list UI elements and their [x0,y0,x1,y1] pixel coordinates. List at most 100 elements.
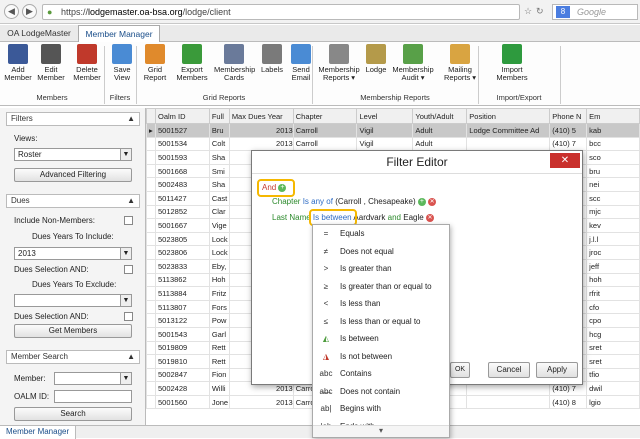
ribbon-group-label: Members [36,93,68,102]
condition-2-value-2[interactable]: Eagle [403,213,423,222]
dues-selection-and-checkbox-2[interactable] [124,312,133,321]
column-header[interactable]: Full [208,108,230,124]
tab-oa-lodgemaster[interactable]: OA LodgeMaster [2,25,76,42]
ribbon-button-8[interactable]: Send Email [288,44,314,82]
tab-member-manager[interactable]: Member Manager [78,25,160,42]
collapse-icon[interactable]: ▲ [127,351,135,363]
ribbon-button-10[interactable]: Lodge [364,44,388,74]
ribbon-button-2[interactable]: Delete Member [70,44,104,82]
operator-menu-item[interactable]: ◭ Is between [313,330,449,348]
remove-condition-icon[interactable]: ✕ [428,197,437,206]
ribbon-button-4[interactable]: Grid Report [141,44,169,82]
table-cell: hcg [586,326,640,342]
table-cell: j.l.l [586,231,640,247]
advanced-filtering-button[interactable]: Advanced Filtering [14,168,132,182]
table-row[interactable]: ▸ 5001527 Bru 2013 Carroll Vigil Adult Lodge Co… [146,123,640,138]
condition-2-and: and [387,213,402,222]
operator-menu-item[interactable]: ≠ Does not equal [313,243,449,261]
condition-1-value[interactable]: (Carroll , Chesapeake) [335,197,415,206]
column-header[interactable]: Level [356,108,414,124]
search-input[interactable]: 8 Google [552,4,638,20]
table-cell: 5113807 [154,299,210,315]
oalm-id-input[interactable] [54,390,132,403]
dues-selection-and-checkbox-1[interactable] [124,265,133,274]
operator-menu-item[interactable]: abc Contains [313,365,449,383]
member-select[interactable]: ▼ [54,372,132,385]
cancel-button[interactable]: Cancel [488,362,530,378]
table-cell: Lock [208,231,230,247]
condition-2-value-1[interactable]: Aardvark [353,213,385,222]
group-operator[interactable]: And + [262,183,287,192]
dues-years-include-select[interactable]: 2013 ▼ [14,247,132,260]
table-cell: Carroll [292,123,358,138]
add-condition-icon[interactable]: + [278,183,287,192]
condition-1-field[interactable]: Chapter [272,197,300,206]
ribbon-button-13[interactable]: Import Members [494,44,530,82]
ribbon-button-1[interactable]: Edit Member [36,44,66,82]
column-header[interactable]: Oalm ID [154,108,210,124]
operator-menu-item[interactable]: a̶b̶c Does not contain [313,383,449,401]
column-header[interactable]: Chapter [292,108,358,124]
search-button[interactable]: Search [14,407,132,421]
table-cell [146,354,156,369]
column-header[interactable]: Position [466,108,551,124]
filters-header[interactable]: Filters ▲ [6,112,140,126]
add-value-icon[interactable]: + [417,197,426,206]
ribbon-button-0[interactable]: Add Member [3,44,33,82]
table-row[interactable]: 5001534 Colt 2013 Carroll Vigil Adult (410) 7b… [146,136,640,152]
table-cell: Rett [208,340,230,356]
status-tab-member-manager[interactable]: Member Manager [0,426,77,439]
table-cell: 5023805 [154,231,210,247]
ribbon-button-5[interactable]: Export Members [172,44,212,82]
collapse-icon[interactable]: ▲ [127,195,135,207]
table-cell [146,190,156,206]
get-members-button[interactable]: Get Members [14,324,132,338]
include-non-members-checkbox[interactable] [124,216,133,225]
table-cell [146,299,156,315]
ribbon-separator [104,46,105,104]
ribbon-button-11[interactable]: Membership Audit ▾ [390,44,436,82]
column-header[interactable]: Em [586,108,640,124]
operator-icon: ≤ [323,316,329,326]
ribbon-button-label: Email [291,73,311,82]
column-header[interactable]: Phone N [549,108,588,124]
bookmark-star-icon[interactable]: ☆ [524,6,532,17]
member-search-header[interactable]: Member Search ▲ [6,350,140,364]
google-icon: 8 [556,6,570,18]
operator-menu-item[interactable]: ◮ Is not between [313,348,449,366]
refresh-icon[interactable]: ↻ [536,6,544,17]
ribbon-button-6[interactable]: Membership Cards [214,44,255,82]
operator-menu-item[interactable]: < Is less than [313,295,449,313]
column-header[interactable]: Max Dues Year [228,108,294,124]
back-icon[interactable]: ◀ [4,4,19,19]
filters-header-label: Filters [11,114,33,123]
operator-menu-item[interactable]: ≤ Is less than or equal to [313,313,449,331]
table-cell: 5001543 [154,326,210,342]
views-select[interactable]: Roster ▼ [14,148,132,161]
column-header[interactable]: Youth/Adult [412,108,468,124]
operator-icon: ◭ [322,334,330,343]
dialog-title: Filter Editor [386,155,448,169]
ribbon-button-7[interactable]: Labels [258,44,286,74]
operator-menu-item[interactable]: ≥ Is greater than or equal to [313,278,449,296]
dues-years-exclude-select[interactable]: ▼ [14,294,132,307]
operator-menu-item[interactable]: ab| Begins with [313,400,449,418]
ribbon-button-9[interactable]: Membership Reports ▾ [316,44,362,82]
remove-condition-icon[interactable]: ✕ [425,213,434,222]
ribbon-button-3[interactable]: Save View [108,44,136,82]
column-header[interactable] [146,108,156,124]
dues-header[interactable]: Dues ▲ [6,194,140,208]
condition-2-field[interactable]: Last Name [272,213,311,222]
operator-menu-item[interactable]: > Is greater than [313,260,449,278]
close-button[interactable]: ✕ [550,153,580,168]
forward-icon[interactable]: ▶ [22,4,37,19]
url-bar[interactable]: ● https://lodgemaster.oa-bsa.org/lodge/c… [42,4,520,20]
apply-button[interactable]: Apply [536,362,578,378]
scroll-down-icon[interactable]: ▾ [313,425,449,437]
condition-1-operator[interactable]: Is any of [303,197,333,206]
collapse-icon[interactable]: ▲ [127,113,135,125]
ok-button[interactable]: OK [450,362,470,378]
ribbon-button-12[interactable]: Mailing Reports ▾ [440,44,480,82]
operator-menu-item[interactable]: = Equals [313,225,449,243]
and-label[interactable]: And [262,183,276,192]
